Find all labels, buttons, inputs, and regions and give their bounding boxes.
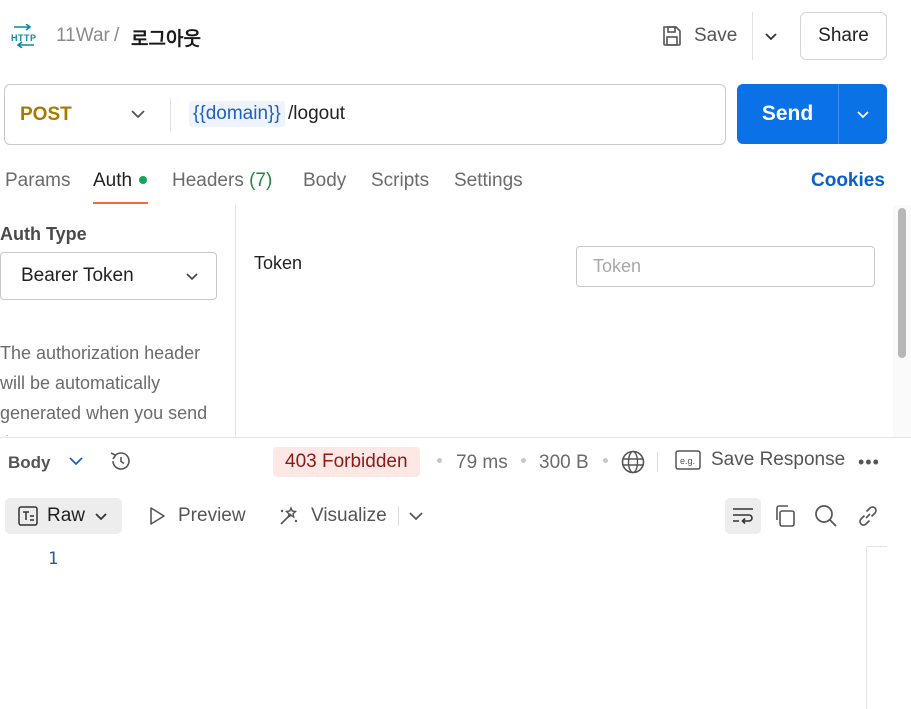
wrap-text-icon (733, 508, 753, 525)
meta-separator (437, 458, 442, 463)
response-time[interactable]: 79 ms (456, 452, 508, 474)
tab-headers-label: Headers (172, 170, 244, 191)
save-options-button[interactable] (752, 12, 788, 60)
response-divider[interactable] (0, 437, 911, 438)
copy-icon[interactable] (772, 503, 798, 529)
send-button-group: Send (737, 84, 887, 144)
response-size[interactable]: 300 B (539, 452, 589, 474)
tab-params[interactable]: Params (5, 170, 70, 192)
editor-minimap-top (866, 546, 887, 547)
status-badge[interactable]: 403 Forbidden (273, 447, 420, 477)
scrollbar-thumb[interactable] (898, 208, 906, 358)
tab-headers[interactable]: Headers (7) (172, 170, 272, 192)
tab-scripts[interactable]: Scripts (371, 170, 429, 192)
tab-headers-count: (7) (249, 170, 273, 191)
history-icon[interactable] (108, 448, 134, 474)
chevron-down-icon (764, 33, 777, 41)
active-tab-underline (93, 202, 148, 204)
method-select[interactable]: POST (20, 104, 72, 126)
play-icon (150, 507, 165, 525)
text-format-icon (18, 506, 38, 526)
format-preview-button[interactable]: Preview (148, 505, 246, 527)
search-icon[interactable] (813, 503, 839, 529)
chevron-down-icon[interactable] (128, 104, 148, 124)
url-divider (170, 98, 171, 131)
url-variable[interactable]: {{domain}} (189, 101, 285, 127)
format-visualize-label: Visualize (311, 505, 387, 526)
format-raw-button[interactable]: Raw (5, 498, 122, 534)
format-raw-label: Raw (47, 505, 86, 526)
svg-text:HTTP: HTTP (11, 33, 37, 43)
http-request-icon: HTTP (10, 24, 40, 48)
send-button[interactable]: Send (737, 84, 838, 144)
breadcrumb-collection[interactable]: 11War (56, 25, 110, 47)
auth-description: The authorization header will be automat… (0, 343, 208, 436)
format-visualize-button[interactable]: Visualize (277, 504, 387, 528)
tab-settings[interactable]: Settings (454, 170, 523, 192)
token-input[interactable] (576, 246, 875, 287)
tab-body[interactable]: Body (303, 170, 346, 192)
panel-divider (235, 205, 236, 437)
breadcrumb-separator: / (114, 25, 120, 46)
meta-separator (521, 458, 526, 463)
share-button[interactable]: Share (800, 12, 887, 60)
auth-type-select[interactable]: Bearer Token (0, 252, 217, 300)
chevron-down-icon[interactable] (65, 450, 87, 472)
visualize-icon (280, 506, 298, 525)
send-options-button[interactable] (839, 84, 887, 144)
svg-text:e.g.: e.g. (680, 456, 695, 466)
save-label: Save (694, 25, 738, 46)
globe-icon[interactable] (620, 449, 646, 475)
tab-auth[interactable]: Auth (93, 170, 132, 192)
auth-status-dot (139, 176, 147, 184)
save-icon (663, 26, 681, 46)
auth-type-label: Auth Type (0, 224, 87, 244)
editor-line-number: 1 (48, 549, 59, 569)
wrap-lines-button[interactable] (725, 498, 761, 534)
example-icon: e.g. (675, 450, 701, 470)
save-response-label: Save Response (711, 449, 846, 470)
toolbar-separator (657, 452, 658, 472)
format-preview-label: Preview (178, 505, 246, 526)
cookies-link[interactable]: Cookies (811, 170, 885, 192)
chevron-down-icon (857, 111, 869, 119)
save-response-button[interactable]: e.g. Save Response (675, 449, 845, 471)
response-body-label: Body (8, 453, 51, 472)
link-icon[interactable] (855, 503, 881, 529)
chevron-down-icon (186, 273, 198, 281)
save-button[interactable]: Save (660, 20, 737, 52)
chevron-down-icon[interactable] (405, 505, 427, 527)
editor-minimap-border (866, 546, 867, 709)
breadcrumb-request-name[interactable]: 로그아웃 (131, 24, 201, 51)
url-input[interactable]: /logout (288, 103, 345, 125)
toolbar-separator (398, 506, 399, 526)
meta-separator (603, 458, 608, 463)
more-options-icon[interactable]: ••• (858, 452, 880, 473)
token-label: Token (254, 253, 303, 273)
url-bar (4, 84, 726, 145)
auth-type-value: Bearer Token (21, 265, 134, 286)
chevron-down-icon (95, 513, 107, 521)
